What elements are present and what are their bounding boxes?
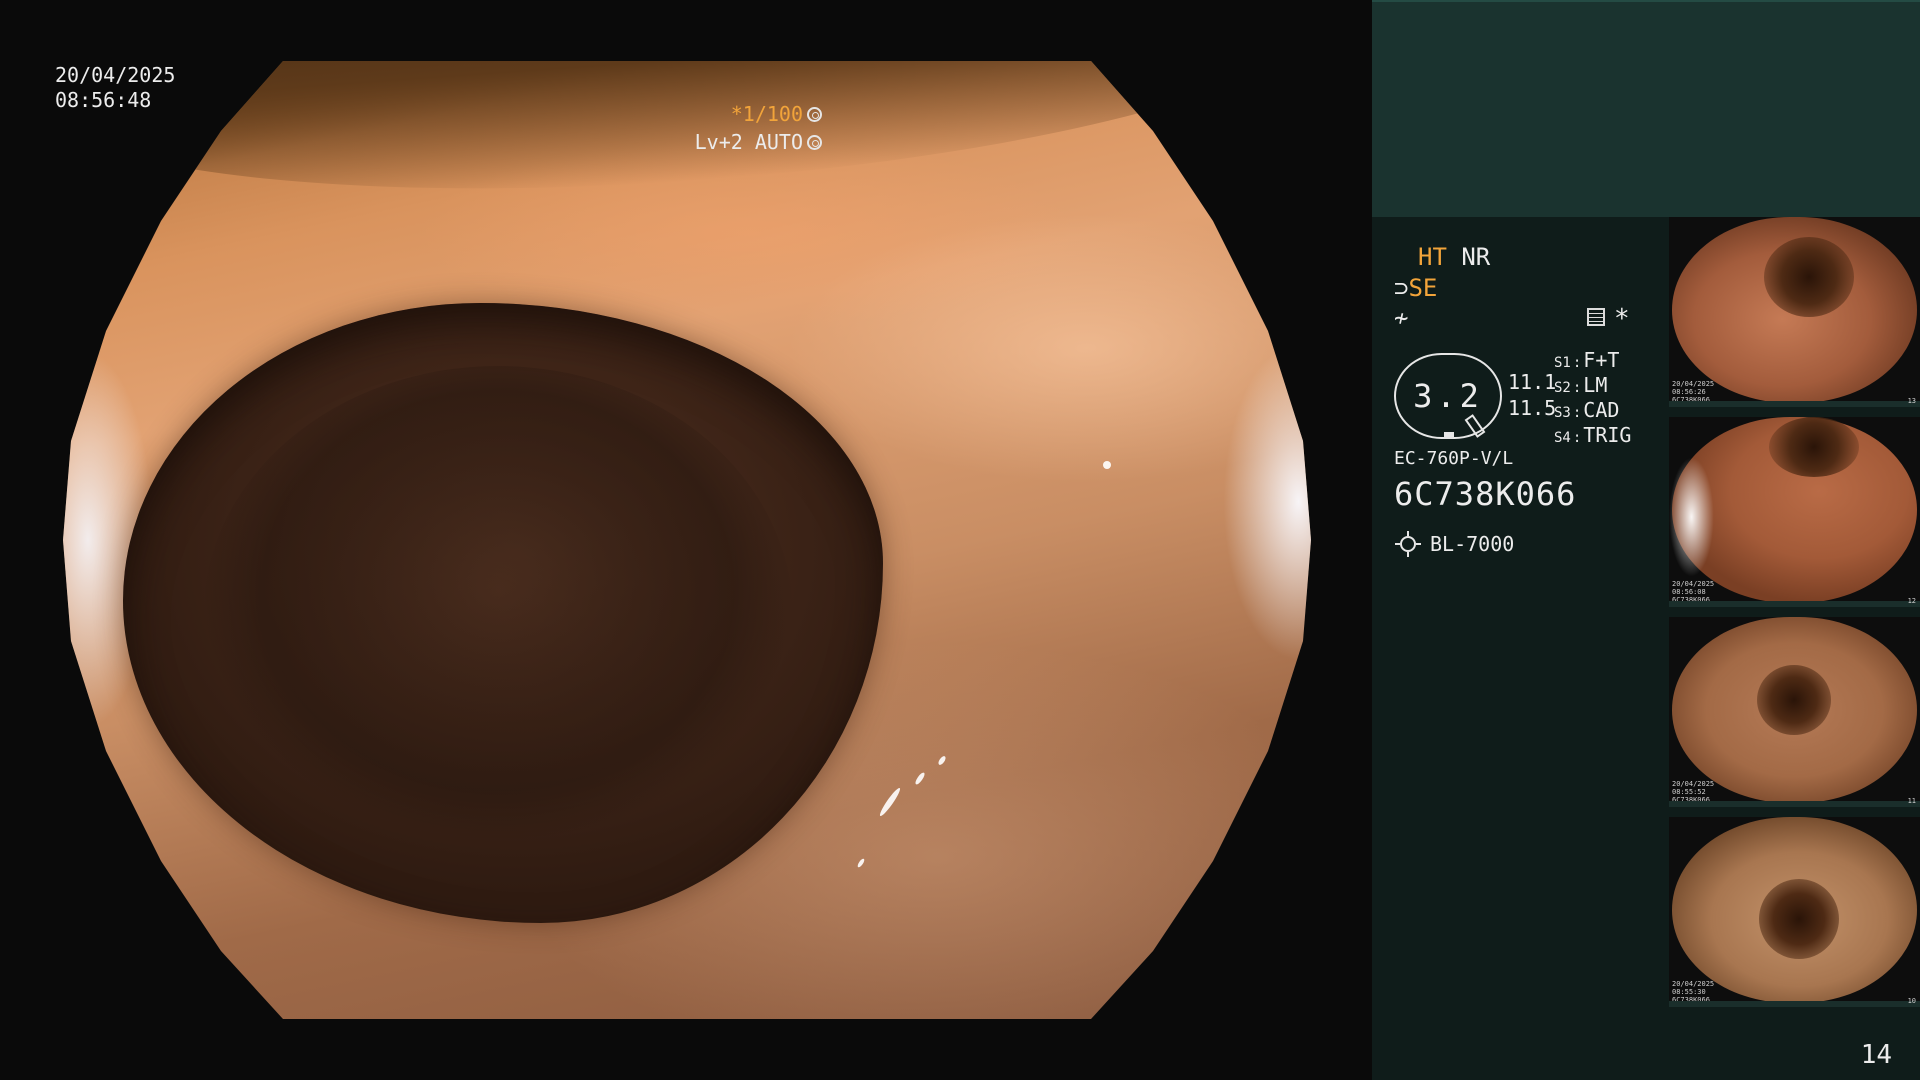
thumbnail-bar: [1669, 801, 1920, 807]
thumbnail-number: 10: [1907, 997, 1916, 1005]
shutter-speed: *1/100: [730, 101, 803, 126]
exam-datetime: 20/04/2025 08:56:48: [55, 63, 175, 113]
thumbnail-number: 11: [1907, 797, 1916, 805]
thumbnail-number: 13: [1907, 397, 1916, 405]
panel-header: [1372, 0, 1920, 217]
scope-se-icon: ⊃: [1394, 274, 1409, 302]
switch-sep: :: [1572, 405, 1582, 421]
switch-key: S4: [1554, 430, 1571, 446]
exam-date: 20/04/2025: [55, 63, 176, 87]
iris-icon: [807, 134, 822, 150]
captured-image-thumbnail[interactable]: 20/04/2025 08:56:26 6C738K066 13: [1669, 217, 1920, 407]
switch-key: S3: [1554, 405, 1571, 421]
captured-image-thumbnail[interactable]: 20/04/2025 08:55:52 6C738K066 11: [1669, 617, 1920, 807]
switch-sep: :: [1572, 430, 1582, 446]
shutter-icon: [807, 106, 822, 122]
thumb-date: 20/04/2025: [1672, 580, 1715, 588]
shutter-row: *1/100: [695, 100, 822, 128]
captured-image-thumbnail[interactable]: 20/04/2025 08:56:08 6C738K066 12: [1669, 417, 1920, 607]
se-row: ⊃SE: [1394, 274, 1437, 302]
brightness-row: Lv+2 AUTO: [695, 128, 822, 156]
switch-sep: :: [1572, 355, 1582, 371]
enhance-curve-icon: ≁: [1394, 304, 1409, 332]
exam-time: 08:56:48: [55, 88, 152, 112]
thumb-date: 20/04/2025: [1672, 980, 1715, 988]
ht-indicator: HT: [1418, 243, 1447, 271]
switch-value: CAD: [1583, 398, 1620, 422]
switch-value: TRIG: [1583, 423, 1632, 447]
captured-image-thumbnail[interactable]: 20/04/2025 08:55:30 6C738K066 10: [1669, 817, 1920, 1007]
endoscopic-image: [63, 61, 1311, 1019]
thumbnail-bar: [1669, 1001, 1920, 1007]
gauge-needle-icon: [1464, 414, 1486, 438]
thumbnail-bar: [1669, 601, 1920, 607]
light-reflection: [856, 857, 866, 869]
switch-value: LM: [1583, 373, 1608, 397]
thumb-date: 20/04/2025: [1672, 380, 1715, 388]
switch-s3: S3: CAD: [1554, 398, 1619, 422]
switch-s2: S2: LM: [1554, 373, 1607, 397]
switch-key: S2: [1554, 380, 1571, 396]
zoom-gauge: 3.2: [1394, 353, 1502, 439]
switch-sep: :: [1572, 380, 1582, 396]
ht-nr-row: HT NR: [1418, 243, 1490, 271]
thumb-date: 20/04/2025: [1672, 780, 1715, 788]
processor-info: HT NR ⊃SE ≁ * 3.2 11.1 11.5 S1: F+T S2: LM…: [1394, 240, 1654, 570]
switch-key: S1: [1554, 355, 1571, 371]
light-reflection: [877, 786, 903, 818]
thumb-time: 08:56:26: [1672, 388, 1706, 396]
image-count: 14: [1860, 1040, 1892, 1070]
asterisk-marker: *: [1614, 304, 1630, 334]
brightness-mode: Lv+2 AUTO: [694, 129, 803, 154]
light-source-icon: [1395, 531, 1421, 557]
se-indicator: SE: [1408, 274, 1438, 302]
light-source-row: BL-7000: [1394, 530, 1514, 558]
scope-serial: 6C738K066: [1394, 475, 1577, 513]
thumbnail-lumen: [1759, 879, 1839, 959]
switch-s4: S4: TRIG: [1554, 423, 1631, 447]
nr-indicator: NR: [1461, 243, 1491, 271]
thumb-time: 08:55:52: [1672, 788, 1706, 796]
captured-images-strip: 20/04/2025 08:56:26 6C738K066 13 20/04/2…: [1669, 217, 1920, 1017]
light-reflection: [1103, 461, 1111, 469]
thumbnail-lumen: [1757, 665, 1831, 735]
thumbnail-glare: [1669, 457, 1714, 577]
switch-s1: S1: F+T: [1554, 348, 1619, 372]
endoscope-main-view: 20/04/2025 08:56:48 *1/100 Lv+2 AUTO: [0, 0, 1372, 1080]
gauge-value: 3.2: [1413, 377, 1483, 415]
exposure-info: *1/100 Lv+2 AUTO: [695, 100, 822, 156]
value-top: 11.1: [1508, 370, 1557, 394]
info-side-panel: HT NR ⊃SE ≁ * 3.2 11.1 11.5 S1: F+T S2: LM…: [1372, 0, 1920, 1080]
thumbnail-number: 12: [1907, 597, 1916, 605]
light-source-label: BL-7000: [1430, 532, 1515, 556]
thumbnail-lumen: [1769, 417, 1859, 477]
thumb-time: 08:56:08: [1672, 588, 1706, 596]
thumb-time: 08:55:30: [1672, 988, 1706, 996]
gauge-marker-icon: [1444, 432, 1454, 438]
mucosal-fold: [63, 61, 1311, 227]
light-reflection: [913, 771, 927, 786]
lumen-shadow: [203, 366, 793, 866]
thumbnail-lumen: [1764, 237, 1854, 317]
scope-model: EC-760P-V/L: [1394, 448, 1514, 469]
thumbnail-bar: [1669, 401, 1920, 407]
switch-value: F+T: [1583, 348, 1620, 372]
light-reflection: [937, 754, 947, 767]
settings-menu-icon[interactable]: [1587, 308, 1605, 326]
value-bottom: 11.5: [1508, 396, 1557, 420]
